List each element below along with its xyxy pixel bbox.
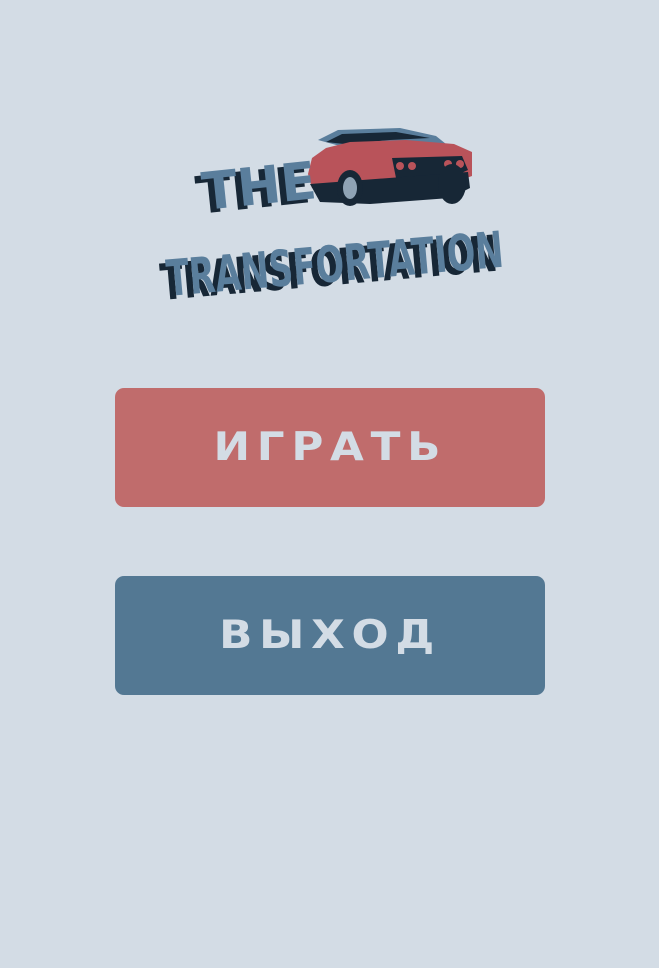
play-button[interactable]: ИГРАТЬ: [115, 388, 545, 507]
exit-button-label: ВЫХОД: [219, 613, 441, 658]
logo-line1: THE: [199, 151, 319, 223]
play-button-label: ИГРАТЬ: [213, 425, 447, 470]
game-logo: THE TRANSFORTATION THE TRANSFORTATION: [150, 122, 510, 312]
exit-button[interactable]: ВЫХОД: [115, 576, 545, 695]
car-icon: [308, 128, 472, 206]
